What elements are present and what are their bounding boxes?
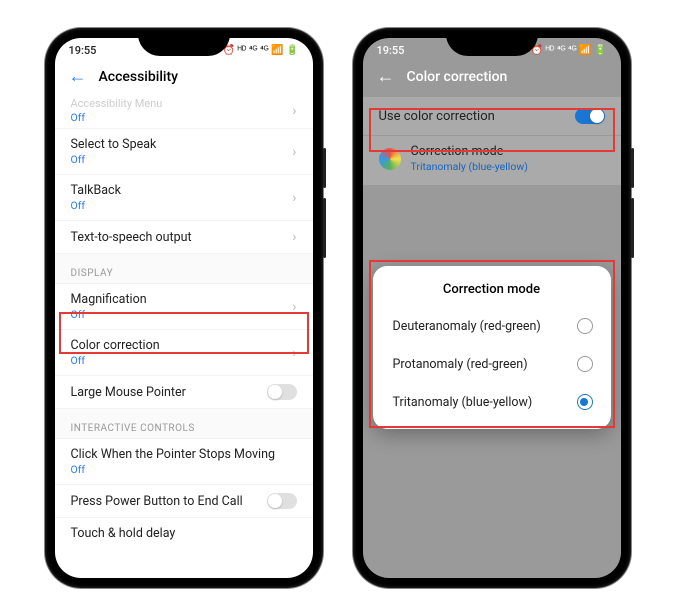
color-wheel-icon	[379, 148, 401, 170]
row-click-pointer-stops[interactable]: Click When the Pointer Stops Moving Off	[55, 439, 313, 485]
status-time: 19:55	[69, 44, 97, 57]
row-sub: Off	[71, 354, 160, 367]
row-sub: Tritanomaly (blue-yellow)	[411, 160, 528, 173]
section-display: DISPLAY	[55, 254, 313, 284]
row-sub: Off	[71, 153, 157, 166]
chevron-right-icon: ›	[292, 345, 296, 361]
page-title: Color correction	[407, 69, 508, 85]
row-touch-hold-delay[interactable]: Touch & hold delay	[55, 518, 313, 549]
row-magnification[interactable]: Magnification Off ›	[55, 284, 313, 330]
section-interactive: INTERACTIVE CONTROLS	[55, 409, 313, 439]
row-title: Touch & hold delay	[71, 526, 176, 541]
notch	[138, 38, 230, 56]
option-tritanomaly[interactable]: Tritanomaly (blue-yellow)	[373, 383, 611, 421]
back-icon[interactable]: ←	[69, 66, 87, 87]
row-title: Click When the Pointer Stops Moving	[71, 447, 276, 462]
row-use-color-correction[interactable]: Use color correction	[363, 97, 621, 136]
phone-left: 19:55 ⏰ ᴴᴰ ⁴ᴳ ⁴ᴳ 📶 🔋 ← Accessibility Acc…	[45, 28, 323, 588]
row-large-mouse-pointer[interactable]: Large Mouse Pointer	[55, 376, 313, 409]
row-title: Use color correction	[379, 109, 495, 124]
row-title: Color correction	[71, 338, 160, 353]
row-select-to-speak[interactable]: Select to Speak Off ›	[55, 129, 313, 175]
chevron-right-icon: ›	[292, 103, 296, 119]
toggle-power-end-call[interactable]	[267, 493, 297, 509]
row-talkback[interactable]: TalkBack Off ›	[55, 175, 313, 221]
row-title: Correction mode	[411, 144, 528, 159]
row-sub: Off	[71, 199, 121, 212]
option-deuteranomaly[interactable]: Deuteranomaly (red-green)	[373, 307, 611, 345]
chevron-right-icon: ›	[292, 190, 296, 206]
settings-list[interactable]: Accessibility Menu Off › Select to Speak…	[55, 97, 313, 578]
row-title: Magnification	[71, 292, 147, 307]
option-label: Deuteranomaly (red-green)	[393, 319, 541, 334]
chevron-right-icon: ›	[292, 144, 296, 160]
app-bar: ← Accessibility	[55, 60, 313, 97]
status-icons: ⏰ ᴴᴰ ⁴ᴳ ⁴ᴳ 📶 🔋	[531, 45, 607, 56]
app-bar: ← Color correction	[363, 60, 621, 97]
row-title: Select to Speak	[71, 137, 157, 152]
row-title: TalkBack	[71, 183, 121, 198]
dialog-title: Correction mode	[373, 278, 611, 307]
option-label: Protanomaly (red-green)	[393, 357, 528, 372]
radio-icon[interactable]	[577, 394, 593, 410]
toggle-use-color-correction[interactable]	[575, 108, 605, 124]
option-protanomaly[interactable]: Protanomaly (red-green)	[373, 345, 611, 383]
row-power-end-call[interactable]: Press Power Button to End Call	[55, 485, 313, 518]
back-icon[interactable]: ←	[377, 66, 395, 87]
option-label: Tritanomaly (blue-yellow)	[393, 395, 533, 410]
toggle-large-mouse[interactable]	[267, 384, 297, 400]
page-title: Accessibility	[99, 69, 178, 85]
row-title: Accessibility Menu	[71, 97, 163, 110]
status-time: 19:55	[377, 44, 405, 57]
notch	[446, 38, 538, 56]
correction-mode-dialog: Correction mode Deuteranomaly (red-green…	[373, 266, 611, 429]
status-icons: ⏰ ᴴᴰ ⁴ᴳ ⁴ᴳ 📶 🔋	[223, 45, 299, 56]
phone-right: 19:55 ⏰ ᴴᴰ ⁴ᴳ ⁴ᴳ 📶 🔋 ← Color correction …	[353, 28, 631, 588]
row-sub: Off	[71, 308, 147, 321]
radio-icon[interactable]	[577, 318, 593, 334]
radio-icon[interactable]	[577, 356, 593, 372]
row-sub: Off	[71, 463, 276, 476]
row-title: Large Mouse Pointer	[71, 385, 186, 400]
row-correction-mode[interactable]: Correction mode Tritanomaly (blue-yellow…	[363, 136, 621, 185]
row-color-correction[interactable]: Color correction Off ›	[55, 330, 313, 376]
chevron-right-icon: ›	[292, 229, 296, 245]
row-tts-output[interactable]: Text-to-speech output ›	[55, 221, 313, 254]
row-title: Press Power Button to End Call	[71, 494, 243, 509]
row-sub: Off	[71, 111, 163, 124]
row-accessibility-menu[interactable]: Accessibility Menu Off ›	[55, 97, 313, 129]
chevron-right-icon: ›	[292, 299, 296, 315]
row-title: Text-to-speech output	[71, 230, 192, 245]
